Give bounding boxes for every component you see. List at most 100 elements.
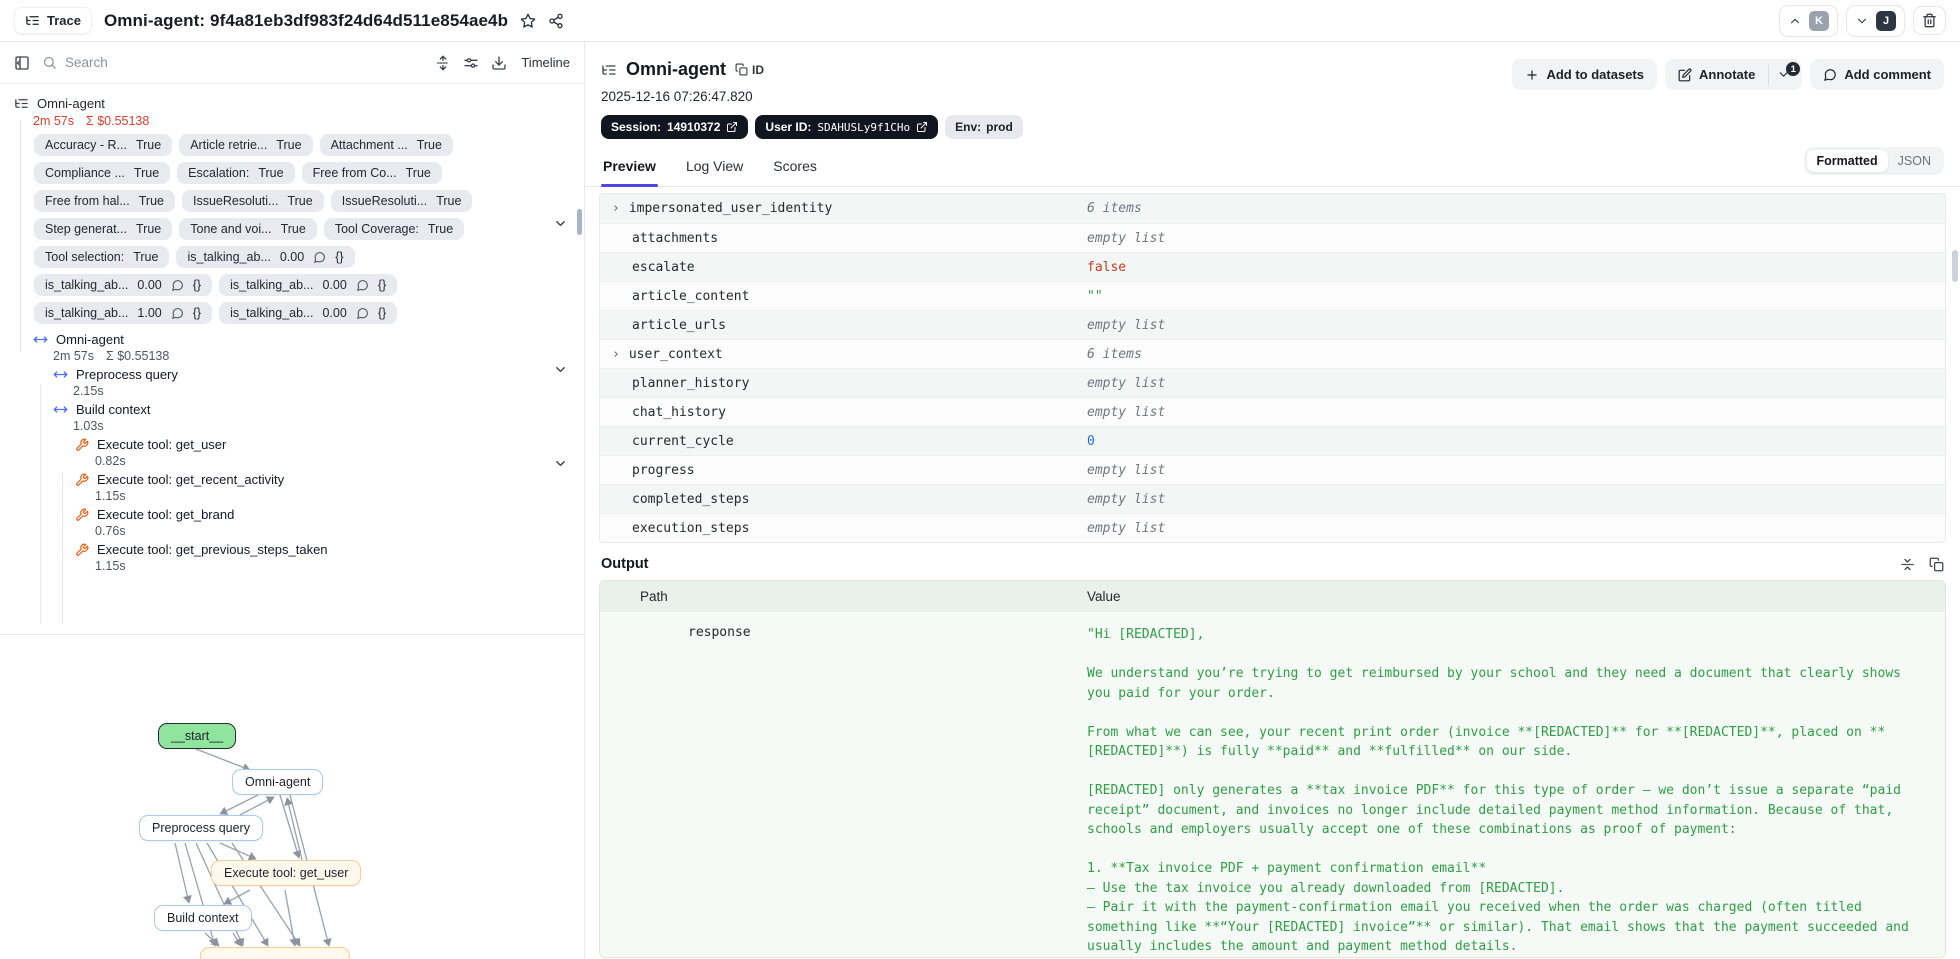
collapse-panel-icon[interactable] <box>14 55 30 71</box>
score-badge[interactable]: Free from hal... True <box>34 190 175 212</box>
score-badge[interactable]: is_talking_ab... 1.00{} <box>34 302 213 324</box>
next-trace-button[interactable]: J <box>1846 4 1905 37</box>
score-badge[interactable]: Article retrie... True <box>179 134 313 156</box>
copy-id-button[interactable]: ID <box>735 63 764 77</box>
trace-label: Trace <box>47 13 81 28</box>
table-row[interactable]: current_cycle 0 <box>600 426 1945 455</box>
wrench-icon <box>75 543 89 557</box>
tree-span-row[interactable]: Preprocess query 2.15s <box>0 367 584 398</box>
score-badge[interactable]: is_talking_ab... 0.00{} <box>176 246 355 268</box>
top-bar: Trace Omni-agent: 9f4a81eb3df983f24d64d5… <box>0 0 1960 42</box>
score-badge[interactable]: Escalation: True <box>177 162 295 184</box>
table-row[interactable]: progress empty list <box>600 455 1945 484</box>
download-icon[interactable] <box>491 55 507 71</box>
format-formatted-option[interactable]: Formatted <box>1806 150 1888 172</box>
table-row[interactable]: article_urls empty list <box>600 310 1945 339</box>
graph-node-omni-agent[interactable]: Omni-agent <box>232 769 324 795</box>
tab-preview[interactable]: Preview <box>601 153 658 187</box>
graph-node-start[interactable]: __start__ <box>158 723 237 749</box>
table-row[interactable]: escalate false <box>600 252 1945 281</box>
score-badge[interactable]: Attachment ... True <box>319 134 453 156</box>
table-row[interactable]: › user_context 6 items <box>600 339 1945 368</box>
graph-node-execute-get-user[interactable]: Execute tool: get_user <box>211 860 362 886</box>
external-link-icon <box>726 121 738 133</box>
chevron-right-icon[interactable]: › <box>612 347 620 362</box>
root-duration: 2m 57s <box>33 114 74 128</box>
table-row[interactable]: completed_steps empty list <box>600 484 1945 513</box>
avatar: J <box>1876 10 1896 31</box>
collapse-span-chevron-icon[interactable] <box>553 362 568 377</box>
output-value-header: Value <box>1087 589 1121 604</box>
tree-scrollbar[interactable] <box>577 209 582 235</box>
user-id-badge[interactable]: User ID: SDAHUSLy9f1CHo <box>755 115 939 139</box>
sidebar-toolbar: Timeline <box>0 42 584 84</box>
add-comment-button[interactable]: Add comment <box>1810 59 1944 90</box>
table-row[interactable]: article_content "" <box>600 281 1945 310</box>
score-badge[interactable]: Compliance ... True <box>34 162 171 184</box>
agent-graph: __start__ Omni-agent Preprocess query Ex… <box>0 635 584 959</box>
comment-bubble-icon <box>171 307 184 320</box>
graph-node-build-context[interactable]: Build context <box>154 905 252 931</box>
tree-tool-row[interactable]: Execute tool: get_recent_activity 1.15s <box>0 472 584 503</box>
table-row[interactable]: chat_history empty list <box>600 397 1945 426</box>
trace-breadcrumb[interactable]: Trace <box>14 7 92 34</box>
collapse-span-chevron-icon[interactable] <box>553 456 568 471</box>
score-badge[interactable]: is_talking_ab... 0.00{} <box>219 274 398 296</box>
score-badge[interactable]: Tool selection: True <box>34 246 170 268</box>
chevron-right-icon[interactable]: › <box>612 201 620 216</box>
output-response-row[interactable]: response "Hi [REDACTED], We understand y… <box>600 612 1945 957</box>
list-tree-icon <box>25 13 40 28</box>
observation-title: Omni-agent <box>626 59 727 79</box>
tree-tool-row[interactable]: Execute tool: get_user 0.82s <box>0 437 584 468</box>
copy-icon <box>735 63 748 76</box>
comment-bubble-icon <box>356 307 369 320</box>
graph-node-preprocess-query[interactable]: Preprocess query <box>139 815 263 841</box>
delete-trace-button[interactable] <box>1913 6 1946 35</box>
tree-root-row[interactable]: Omni-agent <box>0 96 584 111</box>
expand-all-icon[interactable] <box>435 55 451 71</box>
timeline-toggle[interactable]: Timeline <box>521 55 570 70</box>
output-path-header: Path <box>640 589 668 604</box>
table-row[interactable]: execution_steps empty list <box>600 513 1945 542</box>
score-badge[interactable]: is_talking_ab... 0.00{} <box>219 302 398 324</box>
output-response-key: response <box>688 625 751 640</box>
score-badge[interactable]: Step generat... True <box>34 218 173 240</box>
tab-log-view[interactable]: Log View <box>684 153 745 186</box>
tab-scores[interactable]: Scores <box>771 153 819 186</box>
score-badge[interactable]: IssueResoluti... True <box>182 190 324 212</box>
plus-icon <box>1525 68 1539 82</box>
prev-trace-button[interactable]: K <box>1779 4 1838 37</box>
score-badge[interactable]: Free from Co... True <box>301 162 442 184</box>
content-scrollbar[interactable] <box>1952 250 1958 282</box>
trace-timestamp: 2025-12-16 07:26:47.820 <box>601 89 753 104</box>
table-row[interactable]: › impersonated_user_identity 6 items <box>600 194 1945 223</box>
share-icon[interactable] <box>548 13 564 29</box>
list-tree-icon <box>601 62 617 78</box>
score-badge[interactable]: Accuracy - R... True <box>34 134 173 156</box>
search-input[interactable] <box>65 55 424 70</box>
tree-tool-row[interactable]: Execute tool: get_previous_steps_taken 1… <box>0 542 584 573</box>
tree-span-row[interactable]: Build context 1.03s <box>0 402 584 433</box>
tree-tool-row[interactable]: Execute tool: get_brand 0.76s <box>0 507 584 538</box>
collapse-scores-chevron-icon[interactable] <box>553 216 568 231</box>
score-badge[interactable]: IssueResoluti... True <box>330 190 473 212</box>
score-badge[interactable]: is_talking_ab... 0.00{} <box>34 274 213 296</box>
annotate-button[interactable]: Annotate <box>1665 59 1768 90</box>
env-badge: Env: prod <box>945 115 1023 139</box>
tree-guide-line <box>62 472 63 624</box>
copy-output-icon[interactable] <box>1929 557 1944 572</box>
star-icon[interactable] <box>520 13 536 29</box>
format-json-option[interactable]: JSON <box>1888 150 1941 172</box>
table-row[interactable]: attachments empty list <box>600 223 1945 252</box>
score-badge[interactable]: Tool Coverage: True <box>323 218 465 240</box>
comment-bubble-icon <box>171 279 184 292</box>
score-badge[interactable]: Tone and voi... True <box>179 218 317 240</box>
tree-span-row[interactable]: Omni-agent 2m 57s Σ $0.55138 <box>0 332 584 363</box>
filter-settings-icon[interactable] <box>463 55 479 71</box>
annotate-queue-dropdown[interactable]: 1 <box>1769 60 1802 89</box>
session-badge[interactable]: Session: 14910372 <box>601 115 749 139</box>
add-to-datasets-button[interactable]: Add to datasets <box>1512 59 1657 90</box>
graph-node-cutoff[interactable] <box>200 947 350 959</box>
expand-output-icon[interactable] <box>1900 557 1915 572</box>
table-row[interactable]: planner_history empty list <box>600 368 1945 397</box>
